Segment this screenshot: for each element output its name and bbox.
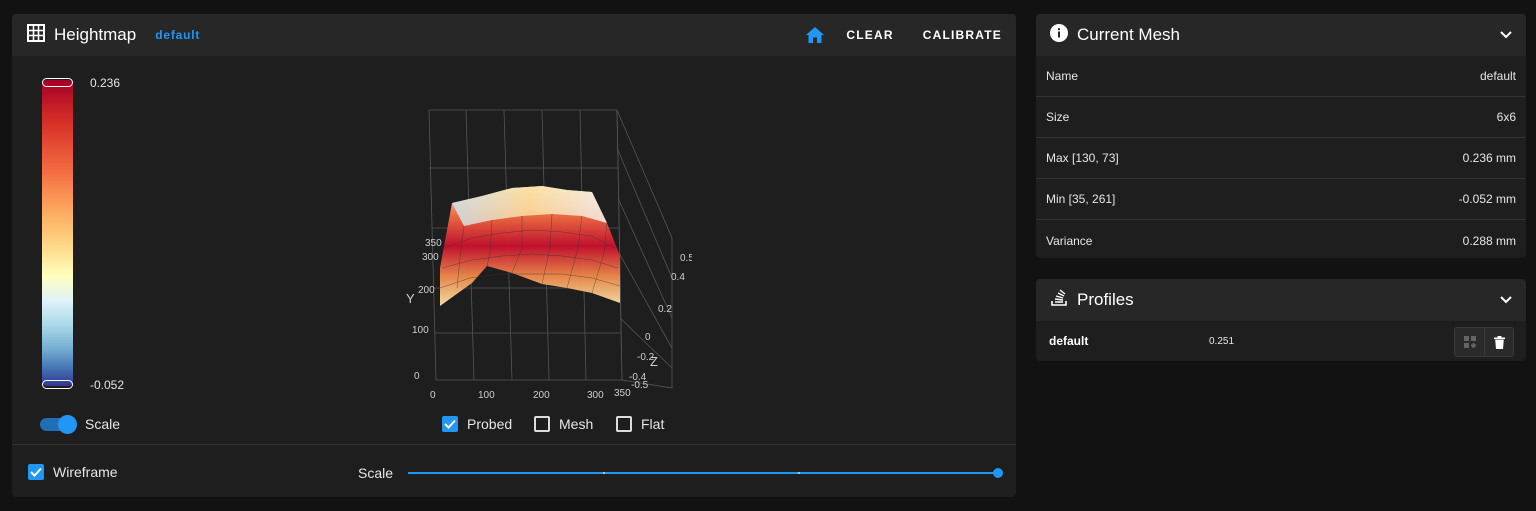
- active-profile-tag: default: [155, 28, 201, 42]
- chevron-down-icon[interactable]: [1500, 296, 1512, 304]
- profile-name[interactable]: default: [1049, 334, 1209, 348]
- x-tick: 350: [614, 388, 631, 399]
- z-tick: 0.4: [671, 272, 685, 283]
- y-tick: 350: [425, 238, 442, 249]
- scale-switch[interactable]: Scale: [40, 414, 121, 434]
- z-tick: 0: [645, 332, 651, 343]
- delete-profile-button[interactable]: [1484, 328, 1513, 356]
- home-icon: [806, 27, 825, 43]
- scale-slider-label: Scale: [358, 465, 394, 481]
- mesh-row-variance: Variance 0.288 mm: [1046, 233, 1516, 248]
- y-tick: 300: [422, 252, 439, 263]
- clear-button[interactable]: CLEAR: [846, 28, 893, 42]
- mesh-row-name: Name default: [1036, 56, 1526, 97]
- x-tick: 300: [587, 390, 604, 401]
- legend-max-handle[interactable]: [42, 78, 73, 87]
- grid-add-icon: [1463, 336, 1476, 348]
- trash-icon: [1493, 335, 1505, 349]
- color-scale-bar: [42, 80, 73, 386]
- info-icon: [1050, 23, 1068, 47]
- profile-item[interactable]: default 0.251: [1036, 321, 1526, 361]
- probed-checkbox[interactable]: Probed: [442, 416, 512, 432]
- grid-icon: [27, 23, 45, 47]
- legend-min-handle[interactable]: [42, 380, 73, 389]
- flat-checkbox[interactable]: Flat: [616, 416, 664, 432]
- profiles-title: Profiles: [1077, 290, 1134, 309]
- wireframe-checkbox[interactable]: Wireframe: [28, 464, 118, 480]
- chevron-down-icon[interactable]: [1500, 31, 1512, 39]
- profile-variance: 0.251: [1209, 335, 1235, 347]
- heightmap-header: Heightmap default CLEAR CALIBRATE: [12, 14, 1016, 56]
- checkbox-checked-icon[interactable]: [442, 416, 458, 432]
- profiles-header[interactable]: Profiles: [1036, 279, 1526, 321]
- heightmap-card: Heightmap default CLEAR CALIBRATE 0.236 …: [12, 14, 1016, 497]
- current-mesh-title: Current Mesh: [1077, 25, 1180, 44]
- z-tick: 0.2: [658, 304, 672, 315]
- y-tick: 200: [418, 285, 435, 296]
- checkbox-unchecked-icon[interactable]: [534, 416, 550, 432]
- checkbox-checked-icon[interactable]: [28, 464, 44, 480]
- mesh-row-size: Size 6x6: [1036, 97, 1526, 138]
- x-tick: 0: [430, 390, 436, 401]
- mesh-row-min: Min [35, 261] -0.052 mm: [1036, 179, 1526, 220]
- calibrate-button[interactable]: CALIBRATE: [923, 28, 1002, 42]
- current-mesh-card: Current Mesh Name default Size 6x6 Max [13…: [1036, 14, 1526, 258]
- z-tick: -0.5: [631, 380, 649, 391]
- mesh-checkbox[interactable]: Mesh: [534, 416, 593, 432]
- z-axis-label: Z: [650, 354, 658, 369]
- load-profile-button[interactable]: [1455, 328, 1484, 356]
- slider-thumb[interactable]: [993, 468, 1003, 478]
- heightmap-3d-plot[interactable]: 0 100 200 300 350 0 100 200 300 350 Y 0.…: [392, 88, 692, 408]
- home-button[interactable]: [800, 20, 830, 50]
- profile-actions: [1454, 327, 1514, 357]
- scale-switch-label: Scale: [85, 416, 121, 432]
- mesh-info-table: Name default Size 6x6 Max [130, 73] 0.236 m…: [1036, 56, 1526, 258]
- layers-icon: [1050, 288, 1068, 312]
- current-mesh-header[interactable]: Current Mesh: [1036, 14, 1526, 56]
- z-tick: 0.5: [680, 253, 692, 264]
- legend-min-label: -0.052: [90, 378, 125, 392]
- legend-max-label: 0.236: [90, 76, 121, 90]
- checkbox-unchecked-icon[interactable]: [616, 416, 632, 432]
- y-axis-label: Y: [406, 291, 415, 306]
- y-tick: 0: [414, 371, 420, 382]
- scale-slider[interactable]: [408, 466, 1003, 480]
- mesh-row-max: Max [130, 73] 0.236 mm: [1036, 138, 1526, 179]
- profiles-card: Profiles default 0.251: [1036, 279, 1526, 361]
- x-tick: 100: [478, 390, 495, 401]
- heightmap-title: Heightmap: [54, 25, 137, 44]
- x-tick: 200: [533, 390, 550, 401]
- divider: [12, 444, 1016, 445]
- y-tick: 100: [412, 325, 429, 336]
